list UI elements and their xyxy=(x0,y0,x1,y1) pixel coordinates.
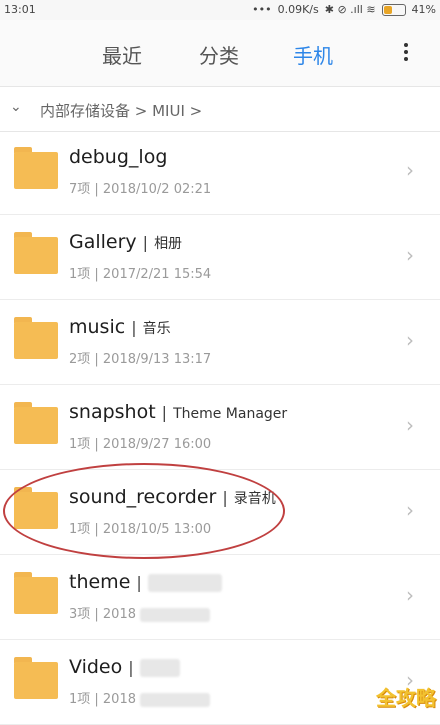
chevron-right-icon: › xyxy=(406,328,414,352)
folder-name-text: Gallery xyxy=(69,231,137,253)
folder-alias: Theme Manager xyxy=(173,406,288,422)
list-item[interactable]: sound_recorder | 录音机 1项 | 2018/10/5 13:00 … xyxy=(0,470,440,555)
battery-percent: 41% xyxy=(411,3,436,16)
redacted-alias xyxy=(147,573,222,592)
separator: | xyxy=(161,403,168,422)
folder-name: music | 音乐 xyxy=(69,316,171,338)
signal-icons: ✱ ⊘ .ıll ≋ xyxy=(324,3,376,16)
separator: | xyxy=(222,488,228,507)
tab-category[interactable]: 分类 xyxy=(199,40,239,69)
folder-meta: 1项 | 2017/2/21 15:54 xyxy=(69,267,212,282)
folder-name: Video | xyxy=(69,656,180,678)
folder-alias: 音乐 xyxy=(142,321,171,337)
folder-meta: 7项 | 2018/10/2 02:21 xyxy=(69,182,212,197)
list-item[interactable]: debug_log 7项 | 2018/10/2 02:21 › xyxy=(0,130,440,215)
status-time: 13:01 xyxy=(4,3,36,16)
redacted-meta xyxy=(140,692,211,707)
folder-alias: 相册 xyxy=(154,236,183,252)
chevron-right-icon: › xyxy=(406,243,414,267)
folder-meta-text: 3项 | 2018 xyxy=(69,607,136,622)
separator: | xyxy=(128,658,134,677)
folder-meta: 2项 | 2018/9/13 13:17 xyxy=(69,352,212,367)
status-bar: 13:01 ••• 0.09K/s ✱ ⊘ .ıll ≋ 41% xyxy=(0,0,440,20)
folder-meta: 3项 | 2018 xyxy=(69,603,211,622)
list-item[interactable]: music | 音乐 2项 | 2018/9/13 13:17 › xyxy=(0,300,440,385)
folder-name-text: debug_log xyxy=(69,146,168,168)
folder-name-text: snapshot xyxy=(69,401,156,423)
folder-meta: 1项 | 2018 xyxy=(69,688,211,707)
folder-name: debug_log xyxy=(69,146,167,168)
list-item[interactable]: snapshot | Theme Manager 1项 | 2018/9/27 16… xyxy=(0,385,440,470)
chevron-down-icon[interactable]: ⌄ xyxy=(10,99,22,115)
folder-name: Gallery | 相册 xyxy=(69,231,182,253)
folder-name: snapshot | Theme Manager xyxy=(69,401,287,423)
dots-icon: ••• xyxy=(252,3,272,16)
folder-alias: 录音机 xyxy=(233,491,276,507)
folder-icon xyxy=(14,232,58,274)
folder-meta-text: 1项 | 2018 xyxy=(69,692,136,707)
chevron-right-icon: › xyxy=(406,158,414,182)
separator: | xyxy=(131,318,137,337)
file-list: debug_log 7项 | 2018/10/2 02:21 › Gallery… xyxy=(0,130,440,725)
battery-icon xyxy=(381,3,406,16)
more-menu-icon[interactable] xyxy=(398,40,414,66)
folder-icon xyxy=(14,657,58,699)
status-right: ••• 0.09K/s ✱ ⊘ .ıll ≋ 41% xyxy=(252,3,436,16)
breadcrumb: ⌄ 内部存储设备 > MIUI > xyxy=(0,86,440,132)
chevron-right-icon: › xyxy=(406,498,414,522)
folder-icon xyxy=(14,572,58,614)
folder-name-text: music xyxy=(69,316,126,338)
battery-fill xyxy=(383,5,392,14)
tab-phone[interactable]: 手机 xyxy=(293,40,333,69)
net-speed: 0.09K/s xyxy=(277,3,319,16)
tab-bar: 最近 分类 手机 xyxy=(0,20,440,86)
watermark-logo: 全攻略 xyxy=(376,686,436,710)
folder-meta: 1项 | 2018/9/27 16:00 xyxy=(69,437,212,452)
chevron-right-icon: › xyxy=(406,583,414,607)
folder-name: theme | xyxy=(69,571,222,593)
folder-icon xyxy=(14,147,58,189)
folder-icon xyxy=(14,402,58,444)
list-item[interactable]: Gallery | 相册 1项 | 2017/2/21 15:54 › xyxy=(0,215,440,300)
breadcrumb-path[interactable]: 内部存储设备 > MIUI > xyxy=(40,100,202,121)
folder-name-text: theme xyxy=(69,571,131,593)
folder-name: sound_recorder | 录音机 xyxy=(69,486,276,508)
folder-name-text: sound_recorder xyxy=(69,486,217,508)
tab-recent[interactable]: 最近 xyxy=(102,40,142,69)
folder-icon xyxy=(14,487,58,529)
redacted-alias xyxy=(139,658,180,677)
chevron-right-icon: › xyxy=(406,413,414,437)
redacted-meta xyxy=(140,607,211,622)
list-item[interactable]: Video | 1项 | 2018 › xyxy=(0,640,440,725)
separator: | xyxy=(136,573,142,592)
folder-meta: 1项 | 2018/10/5 13:00 xyxy=(69,522,212,537)
separator: | xyxy=(142,233,149,252)
folder-name-text: Video xyxy=(69,656,123,678)
folder-icon xyxy=(14,317,58,359)
list-item[interactable]: theme | 3项 | 2018 › xyxy=(0,555,440,640)
